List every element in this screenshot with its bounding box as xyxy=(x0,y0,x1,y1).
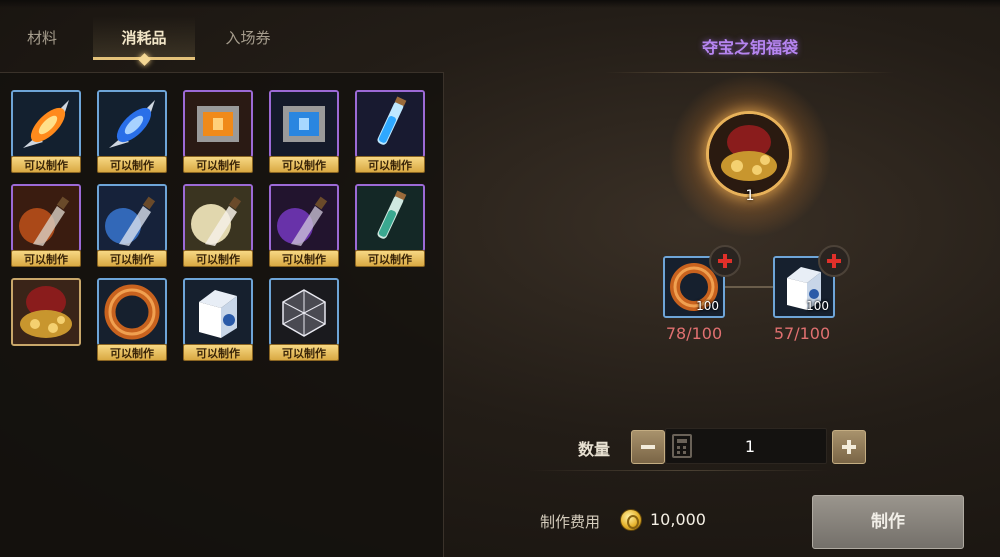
fee-divider xyxy=(528,470,828,471)
tab-materials[interactable]: 材料 xyxy=(14,16,70,60)
gold-coin-icon xyxy=(620,509,642,531)
item-slot-pretzel[interactable] xyxy=(97,278,167,346)
treasure-bag-icon xyxy=(709,114,789,194)
purple-potion-icon xyxy=(271,186,337,250)
recipe-title: 夺宝之钥福袋 xyxy=(701,38,798,57)
target-item-count: 1 xyxy=(745,188,755,204)
craftable-badge: 可以制作 xyxy=(97,250,167,267)
item-slot-blue-crystal[interactable] xyxy=(97,90,167,158)
calculator-icon[interactable] xyxy=(672,434,692,458)
light-potion-icon xyxy=(185,186,251,250)
orange-box-icon xyxy=(185,92,251,156)
material-progress: 57/100 xyxy=(773,324,831,343)
item-slot-fire-potion[interactable] xyxy=(11,184,81,252)
craft-fee-value: 10,000 xyxy=(650,510,706,529)
item-slot-orange-crystal[interactable] xyxy=(11,90,81,158)
minus-icon xyxy=(641,445,655,449)
top-edge xyxy=(0,0,1000,8)
category-tabs: 材料 消耗品 入场券 xyxy=(0,16,444,66)
target-item-slot[interactable] xyxy=(706,111,792,197)
item-slot-blue-vial[interactable] xyxy=(355,90,425,158)
crystal-cube-icon xyxy=(271,280,337,344)
add-material-button[interactable] xyxy=(818,245,850,277)
craftable-badge: 可以制作 xyxy=(97,344,167,361)
milk-carton-icon xyxy=(185,280,251,344)
craftable-badge: 可以制作 xyxy=(11,156,81,173)
title-divider xyxy=(605,72,895,73)
material-progress: 78/100 xyxy=(665,324,723,343)
craftable-badge: 可以制作 xyxy=(11,250,81,267)
increase-quantity-button[interactable] xyxy=(832,430,866,464)
craftable-badge: 可以制作 xyxy=(355,250,425,267)
item-slot-purple-potion[interactable] xyxy=(269,184,339,252)
blue-vial-icon xyxy=(357,92,423,156)
inventory-panel: 可以制作 可以制作 可以制作 可以制作 可以制作 可以制作 可以制作 可以制作 … xyxy=(0,72,444,557)
tab-tickets[interactable]: 入场券 xyxy=(207,16,289,60)
craft-fee-label: 制作费用 xyxy=(540,513,601,531)
item-slot-green-vial[interactable] xyxy=(355,184,425,252)
blue-crystal-icon xyxy=(99,92,165,156)
fire-potion-icon xyxy=(13,186,79,250)
craftable-badge: 可以制作 xyxy=(269,250,339,267)
plus-icon-vertical xyxy=(847,440,851,454)
item-slot-crystal-cube[interactable] xyxy=(269,278,339,346)
quantity-label: 数量 xyxy=(578,440,611,459)
craftable-badge: 可以制作 xyxy=(183,156,253,173)
craftable-badge: 可以制作 xyxy=(355,156,425,173)
add-material-button[interactable] xyxy=(709,245,741,277)
material-required-qty: 100 xyxy=(696,299,719,313)
quantity-value: 1 xyxy=(744,437,756,456)
blue-potion-icon xyxy=(99,186,165,250)
item-slot-light-potion[interactable] xyxy=(183,184,253,252)
treasure-bag-icon xyxy=(13,280,79,344)
item-slot-blue-potion[interactable] xyxy=(97,184,167,252)
item-slot-treasure-bag[interactable] xyxy=(11,278,81,346)
craftable-badge: 可以制作 xyxy=(183,250,253,267)
item-slot-blue-box[interactable] xyxy=(269,90,339,158)
craftable-badge: 可以制作 xyxy=(269,344,339,361)
craftable-badge: 可以制作 xyxy=(97,156,167,173)
craftable-badge: 可以制作 xyxy=(269,156,339,173)
green-vial-icon xyxy=(357,186,423,250)
material-connector xyxy=(724,286,776,288)
decrease-quantity-button[interactable] xyxy=(631,430,665,464)
pretzel-icon xyxy=(99,280,165,344)
craft-button[interactable]: 制作 xyxy=(812,495,964,549)
item-slot-milk-carton[interactable] xyxy=(183,278,253,346)
blue-box-icon xyxy=(271,92,337,156)
item-slot-orange-box[interactable] xyxy=(183,90,253,158)
craftable-badge: 可以制作 xyxy=(183,344,253,361)
orange-crystal-icon xyxy=(13,92,79,156)
material-required-qty: 100 xyxy=(806,299,829,313)
